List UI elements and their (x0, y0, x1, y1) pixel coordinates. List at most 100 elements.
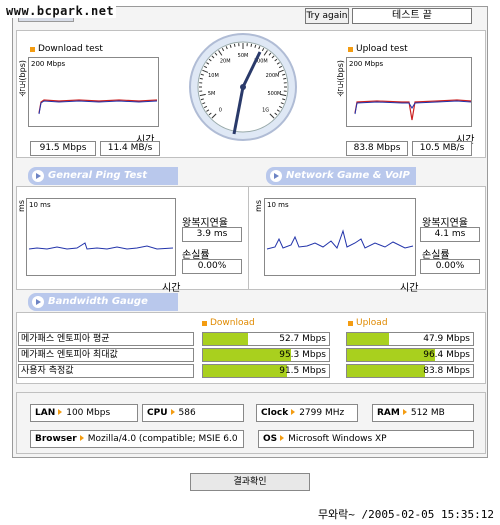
download-axis-label: 속도(bps) (18, 60, 27, 97)
ram-value: 512 MB (410, 408, 445, 418)
bw-upload-text: Upload (356, 318, 388, 328)
section-bandwidth: Bandwidth Gauge (28, 293, 178, 311)
bw-down-bar: 95.3 Mbps (202, 348, 330, 362)
download-mbps: 91.5 Mbps (30, 141, 96, 156)
upload-axis-label: 속도(bps) (336, 60, 345, 97)
ping-title: General Ping Test (48, 170, 148, 181)
bw-row-label: 사용자 측정값 (18, 364, 194, 378)
info-lan: LAN 100 Mbps (30, 404, 138, 422)
gauge-tick (199, 77, 203, 80)
clock-value: 2799 MHz (299, 408, 345, 418)
download-title-text: Download test (38, 44, 103, 54)
bw-up-value: 83.8 Mbps (423, 366, 470, 376)
upload-mbps: 83.8 Mbps (346, 141, 408, 156)
triangle-right-icon (280, 435, 285, 441)
gauge-tick (233, 43, 236, 47)
bw-row-label: 메가패스 엔토피아 최대값 (18, 348, 194, 362)
bw-down-fill (203, 349, 292, 361)
browser-label: Browser (35, 434, 77, 444)
ping-line (28, 242, 174, 250)
bw-down-bar: 52.7 Mbps (202, 332, 330, 346)
upload-title: Upload test (348, 44, 408, 54)
lan-value: 100 Mbps (66, 408, 111, 418)
download-line (38, 99, 158, 115)
info-browser: Browser Mozilla/4.0 (compatible; MSIE 6.0 (30, 430, 244, 448)
upload-graph: 200 Mbps (346, 57, 472, 127)
upload-title-text: Upload test (356, 44, 408, 54)
bw-up-fill (347, 365, 426, 377)
bullet-icon (348, 46, 353, 52)
bw-up-value: 47.9 Mbps (423, 334, 470, 344)
watermark: www.bcpark.net (4, 4, 117, 18)
gauge-tick (283, 77, 287, 80)
upload-line (354, 99, 471, 121)
arrow-right-icon (32, 296, 44, 308)
clock-label: Clock (261, 408, 289, 418)
arrow-right-icon (270, 170, 282, 182)
triangle-right-icon (58, 409, 63, 415)
bw-up-bar: 83.8 Mbps (346, 364, 474, 378)
bw-down-value: 91.5 Mbps (279, 366, 326, 376)
bw-down-value: 52.7 Mbps (279, 334, 326, 344)
try-again-button[interactable]: Try again (305, 8, 349, 24)
game-graph: 10 ms (264, 198, 416, 276)
bw-up-bar: 96.4 Mbps (346, 348, 474, 362)
triangle-right-icon (291, 409, 296, 415)
game-loss: 0.00% (420, 259, 480, 274)
gauge-tick (250, 43, 253, 47)
lan-label: LAN (35, 408, 56, 418)
section-general-ping: General Ping Test (28, 167, 178, 185)
gauge-tick-label: 10M (208, 73, 219, 79)
browser-value: Mozilla/4.0 (compatible; MSIE 6.0 (87, 434, 238, 444)
triangle-right-icon (402, 409, 407, 415)
triangle-right-icon (79, 435, 84, 441)
bullet-icon (348, 320, 353, 326)
bw-up-fill (347, 349, 436, 361)
arrow-right-icon (32, 170, 44, 182)
bw-up-bar: 47.9 Mbps (346, 332, 474, 346)
gauge-tick-label: 20M (220, 58, 231, 64)
ping-rt: 3.9 ms (182, 227, 242, 242)
game-rt: 4.1 ms (420, 227, 480, 242)
ping-axis-label: ms (17, 200, 26, 212)
gauge-tick-label: 1G (262, 108, 269, 114)
bw-download-text: Download (210, 318, 255, 328)
bullet-icon (30, 46, 35, 52)
bw-down-bar: 91.5 Mbps (202, 364, 330, 378)
info-ram: RAM 512 MB (372, 404, 474, 422)
gauge-tick-label: 200M (266, 73, 280, 79)
ping-graph: 10 ms (26, 198, 176, 276)
game-axis-label: ms (254, 200, 263, 212)
download-title: Download test (30, 44, 103, 54)
game-line (266, 229, 414, 250)
os-value: Microsoft Windows XP (288, 434, 387, 444)
bullet-icon (202, 320, 207, 326)
section-game-voip: Network Game & VoIP Test (266, 167, 416, 199)
info-cpu: CPU 586 (142, 404, 244, 422)
bw-down-fill (203, 333, 249, 345)
gauge-tick-label: 0 (219, 108, 222, 114)
bw-down-value: 95.3 Mbps (279, 350, 326, 360)
bw-row-label: 메가패스 엔토피아 평균 (18, 332, 194, 346)
gauge-tick-label: 500M (267, 91, 281, 97)
footer-signature: 무와락~ /2005-02-05 15:35:12 (317, 508, 494, 521)
info-clock: Clock 2799 MHz (256, 404, 358, 422)
download-graph: 200 Mbps (28, 57, 159, 127)
download-mbs: 11.4 MB/s (100, 141, 160, 156)
bw-up-fill (347, 333, 389, 345)
triangle-right-icon (170, 409, 175, 415)
info-os: OS Microsoft Windows XP (258, 430, 474, 448)
ping-loss: 0.00% (182, 259, 242, 274)
bandwidth-title: Bandwidth Gauge (48, 296, 148, 307)
cpu-label: CPU (147, 408, 168, 418)
divider (248, 186, 249, 290)
gauge-tick-label: 50M (238, 53, 249, 59)
upload-mbs: 10.5 MB/s (412, 141, 472, 156)
gauge-tick-label: 5M (208, 91, 216, 97)
game-time-label: 시간 (400, 283, 419, 294)
confirm-button[interactable]: 결과확인 (190, 473, 310, 491)
bw-down-fill (203, 365, 288, 377)
bw-download-header: Download (202, 318, 255, 328)
bw-up-value: 96.4 Mbps (423, 350, 470, 360)
speed-gauge: 05M10M20M50M100M200M500M1G (189, 33, 297, 141)
